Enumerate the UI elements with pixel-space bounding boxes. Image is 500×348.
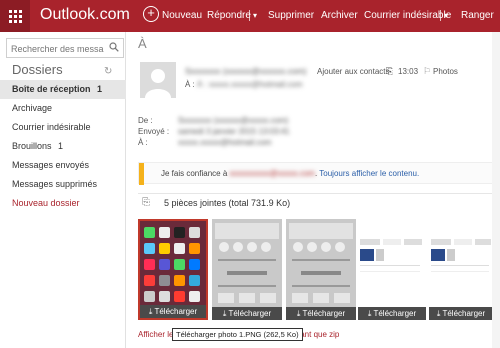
download-button[interactable]: ⤓ Télécharger <box>286 307 356 320</box>
attachment-thumbnail[interactable]: ⤓ Télécharger <box>212 219 282 320</box>
download-button[interactable]: ⤓ Télécharger <box>140 305 206 318</box>
scrollbar[interactable] <box>492 32 500 348</box>
sent-value: samedi 3 janvier 2015 13:03:41 <box>178 127 290 136</box>
plus-icon[interactable]: + <box>143 6 159 22</box>
download-label: Télécharger <box>228 309 272 318</box>
control-center-image <box>286 219 356 320</box>
reply-button[interactable]: Répondre <box>207 0 251 32</box>
move-button[interactable]: Ranger <box>461 0 494 32</box>
sidebar-item-label: Boîte de réception <box>12 84 91 94</box>
avatar <box>140 62 176 98</box>
download-zip-link[interactable]: tant que zip <box>298 330 339 339</box>
folders-title: Dossiers <box>12 62 63 77</box>
reply-chevron-down-icon[interactable]: ▾ <box>253 0 257 32</box>
to-line-label: À : <box>185 80 195 89</box>
message-time: 13:03 <box>398 67 419 76</box>
attachments-header: 5 pièces jointes (total 731.9 Ko) <box>164 198 291 208</box>
trust-prefix: Je fais confiance à <box>161 169 228 178</box>
junk-button[interactable]: Courrier indésirable <box>364 0 451 32</box>
search-box[interactable] <box>6 38 124 58</box>
divider <box>138 193 500 194</box>
attachment-thumbnail[interactable]: ⤓ Télécharger <box>429 219 493 320</box>
delete-button[interactable]: Supprimer <box>268 0 314 32</box>
sidebar-item-count: 1 <box>58 141 64 151</box>
trust-banner-accent <box>139 163 144 185</box>
new-folder-link[interactable]: Nouveau dossier <box>0 194 126 213</box>
always-show-content-link[interactable]: Toujours afficher le contenu. <box>319 169 419 178</box>
message-subject: À <box>138 36 147 51</box>
control-center-image <box>212 219 282 320</box>
separator <box>249 10 250 21</box>
top-bar: Outlook.com + Nouveau Répondre ▾ Supprim… <box>0 0 500 32</box>
search-icon[interactable] <box>109 42 119 52</box>
sidebar-item-junk[interactable]: Courrier indésirable <box>0 118 126 137</box>
refresh-icon[interactable]: ↻ <box>104 66 112 77</box>
sent-label: Envoyé : <box>138 127 170 136</box>
attachment-icon: ⎘ <box>386 66 394 76</box>
sidebar-item-label: Brouillons <box>12 141 52 151</box>
trust-text: Je fais confiance à xxxxxxxxxx@xxxxx.com… <box>161 169 420 178</box>
download-button[interactable]: ⤓ Télécharger <box>429 307 493 320</box>
sidebar-item-archive[interactable]: Archivage <box>0 99 126 118</box>
settings-screen-image <box>358 219 426 320</box>
separator <box>440 10 441 21</box>
sidebar-item-inbox[interactable]: Boîte de réception 1 <box>0 80 126 99</box>
archive-button[interactable]: Archiver <box>321 0 358 32</box>
new-button[interactable]: Nouveau <box>162 0 202 32</box>
person-icon <box>140 62 176 98</box>
trust-email-link[interactable]: xxxxxxxxxx@xxxxx.com <box>230 169 315 178</box>
sidebar-item-label: Archivage <box>12 103 53 113</box>
attachment-thumbnail[interactable]: ⤓ Télécharger <box>358 219 426 320</box>
phone-home-screen-image <box>140 221 206 318</box>
sidebar-item-sent[interactable]: Messages envoyés <box>0 156 126 175</box>
sidebar-item-label: Courrier indésirable <box>12 122 91 132</box>
photos-link[interactable]: Photos <box>433 67 458 76</box>
sidebar-item-count: 1 <box>97 84 103 94</box>
download-label: Télécharger <box>442 309 486 318</box>
download-label: Télécharger <box>302 309 346 318</box>
settings-screen-image <box>429 219 493 320</box>
show-all-link[interactable]: Afficher le <box>138 330 173 339</box>
to-line: À : À : xxxxx.xxxxx@hotmail.com <box>185 80 303 89</box>
flag-icon[interactable]: ⚐ <box>423 66 431 77</box>
trust-banner: Je fais confiance à xxxxxxxxxx@xxxxx.com… <box>138 162 500 185</box>
junk-chevron-down-icon[interactable]: ▾ <box>444 0 448 32</box>
to-value: xxxxx.xxxxx@hotmail.com <box>178 138 272 147</box>
sidebar-item-deleted[interactable]: Messages supprimés <box>0 175 126 194</box>
paperclip-icon: ⎘ <box>142 197 150 208</box>
from-value: Sxxxxxxx (xxxxxx@xxxxx.com) <box>178 116 289 125</box>
search-input[interactable] <box>7 40 105 58</box>
sender-name[interactable]: Sxxxxxxx (xxxxxx@xxxxxx.com) <box>185 66 307 76</box>
download-tooltip: Télécharger photo 1.PNG (262,5 Ko) <box>172 328 303 341</box>
download-label: Télécharger <box>373 309 417 318</box>
sidebar-item-label: Messages supprimés <box>12 179 98 189</box>
attachment-thumbnail[interactable]: ⤓ Télécharger <box>138 219 208 320</box>
sidebar-item-label: Messages envoyés <box>12 160 90 170</box>
download-button[interactable]: ⤓ Télécharger <box>358 307 426 320</box>
app-launcher-icon[interactable] <box>0 0 30 32</box>
from-label: De : <box>138 116 153 125</box>
to-label: À : <box>138 138 148 147</box>
download-button[interactable]: ⤓ Télécharger <box>212 307 282 320</box>
new-folder-label: Nouveau dossier <box>12 198 80 208</box>
to-line-value: À : xxxxx.xxxxx@hotmail.com <box>197 80 303 89</box>
sidebar-item-drafts[interactable]: Brouillons 1 <box>0 137 126 156</box>
attachment-thumbnail[interactable]: ⤓ Télécharger <box>286 219 356 320</box>
add-contact-link[interactable]: Ajouter aux contacts <box>317 67 389 76</box>
brand-logo[interactable]: Outlook.com <box>40 6 130 24</box>
download-label: Télécharger <box>154 307 198 316</box>
